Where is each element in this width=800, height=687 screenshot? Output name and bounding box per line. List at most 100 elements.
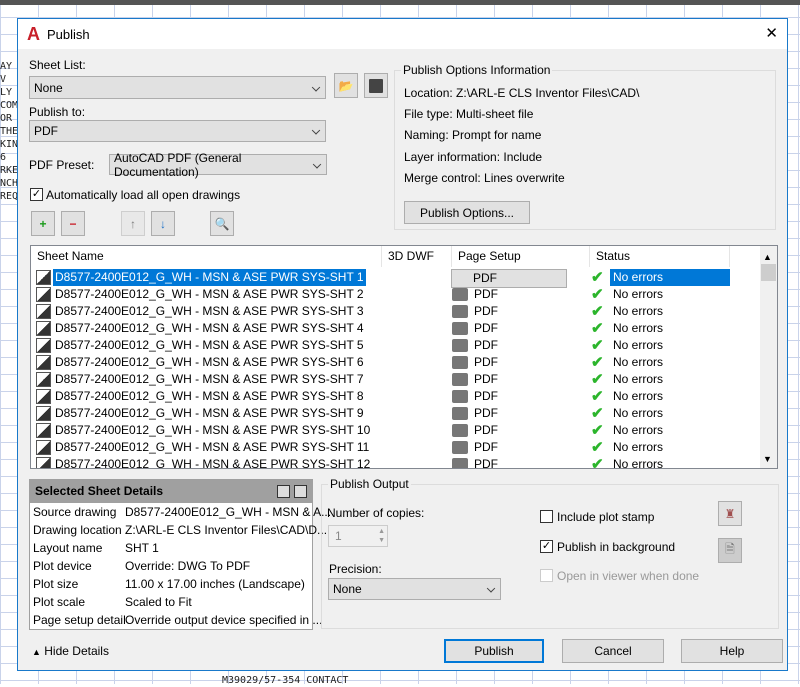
table-row[interactable]: D8577-2400E012_G_WH - MSN & ASE PWR SYS-… [31,320,761,337]
printer-icon [452,373,468,386]
move-sheet-down-button[interactable]: ↓ [151,211,175,236]
page-setup-value[interactable]: PDF [474,439,498,456]
printer-icon [452,305,468,318]
sheet-icon [36,423,51,438]
check-icon: ✔ [591,286,604,303]
col-page-setup[interactable]: Page Setup [452,246,590,267]
page-setup-value[interactable]: PDF [474,337,498,354]
help-button[interactable]: Help [681,639,783,663]
printer-icon [452,458,468,468]
plot-stamp-settings-button[interactable]: ♜ [718,501,742,526]
table-row[interactable]: D8577-2400E012_G_WH - MSN & ASE PWR SYS-… [31,303,761,320]
title-bar: A Publish ✕ [18,19,787,49]
col-status[interactable]: Status [590,246,730,267]
sheet-name: D8577-2400E012_G_WH - MSN & ASE PWR SYS-… [55,338,364,352]
auto-load-checkbox[interactable]: ✓ [30,188,43,201]
table-row[interactable]: D8577-2400E012_G_WH - MSN & ASE PWR SYS-… [31,286,761,303]
check-icon: ✔ [591,388,604,405]
scroll-down-icon[interactable]: ▼ [763,454,772,464]
detail-key: Page setup detail [33,613,126,627]
table-row[interactable]: D8577-2400E012_G_WH - MSN & ASE PWR SYS-… [31,269,761,288]
load-sheet-list-button[interactable]: 📂 [334,73,358,98]
page-setup-value[interactable]: PDF [474,354,498,371]
add-sheets-button[interactable]: + [31,211,55,236]
page-setup-value[interactable]: PDF [474,303,498,320]
scroll-up-icon[interactable]: ▲ [763,252,772,262]
page-setup-value[interactable]: PDF [474,422,498,439]
copies-input[interactable]: 1 ▲ ▼ [328,525,388,547]
page-setup-value[interactable]: PDF [474,286,498,303]
pdf-preset-select[interactable]: AutoCAD PDF (General Documentation) [109,151,327,179]
stamp-icon: ♜ [724,506,736,521]
remove-sheet-icon: − [69,216,77,231]
cad-toolbar [0,0,800,5]
table-row[interactable]: D8577-2400E012_G_WH - MSN & ASE PWR SYS-… [31,388,761,405]
detail-key: Plot size [33,577,79,591]
col-sheet-name[interactable]: Sheet Name [31,246,382,267]
detail-row: Plot scale Scaled to Fit [30,593,312,611]
page-setup-value[interactable]: PDF [474,371,498,388]
hide-details-link[interactable]: ▲ Hide Details [32,644,109,658]
sheet-name: D8577-2400E012_G_WH - MSN & ASE PWR SYS-… [55,355,364,369]
table-row[interactable]: D8577-2400E012_G_WH - MSN & ASE PWR SYS-… [31,439,761,456]
details-copy-icon[interactable] [277,485,290,498]
sheet-icon [36,440,51,455]
save-sheet-list-button[interactable] [364,73,388,98]
page-setup-value[interactable]: PDF [474,456,498,468]
publish-button[interactable]: Publish [444,639,544,663]
plot-stamp-checkbox[interactable] [540,510,553,523]
printer-icon [452,322,468,335]
details-preview-icon[interactable] [294,485,307,498]
detail-value: 11.00 x 17.00 inches (Landscape) [125,577,305,591]
sheet-name: D8577-2400E012_G_WH - MSN & ASE PWR SYS-… [53,269,366,286]
selected-sheet-details: Selected Sheet Details Source drawing D85… [29,479,331,630]
detail-row: Layout name SHT 1 [30,539,312,557]
pdf-preset-label: PDF Preset: [29,158,95,172]
detail-key: Layout name [33,541,103,555]
folder-open-icon: 📂 [338,78,354,93]
detail-key: Plot device [33,559,92,573]
detail-value: Z:\ARL-E CLS Inventor Files\CAD\D... [125,523,328,537]
save-icon [369,78,383,93]
publish-options-button[interactable]: Publish Options... [404,201,530,224]
table-row[interactable]: D8577-2400E012_G_WH - MSN & ASE PWR SYS-… [31,337,761,354]
magnifier-icon: 🔍 [214,216,230,231]
sheet-icon [36,304,51,319]
sheet-name: D8577-2400E012_G_WH - MSN & ASE PWR SYS-… [55,304,364,318]
scroll-thumb[interactable] [761,264,776,281]
copies-label: Number of copies: [327,506,425,520]
move-down-icon: ↓ [160,216,166,231]
page-setup-value[interactable]: PDF [474,405,498,422]
table-row[interactable]: D8577-2400E012_G_WH - MSN & ASE PWR SYS-… [31,456,761,469]
auto-publish-button[interactable]: 🗎 [718,538,742,563]
preview-button[interactable]: 🔍 [210,211,234,236]
cancel-button[interactable]: Cancel [562,639,664,663]
sheet-icon [36,457,51,468]
publish-output-group: Publish Output Number of copies: 1 ▲ ▼ Pre… [321,477,779,629]
sheet-name: D8577-2400E012_G_WH - MSN & ASE PWR SYS-… [55,423,371,437]
precision-select[interactable]: None [328,578,501,600]
background-label: Publish in background [557,540,676,554]
table-row[interactable]: D8577-2400E012_G_WH - MSN & ASE PWR SYS-… [31,405,761,422]
publish-to-select[interactable]: PDF [29,120,326,142]
close-button[interactable]: ✕ [765,24,778,42]
table-row[interactable]: D8577-2400E012_G_WH - MSN & ASE PWR SYS-… [31,354,761,371]
sheet-icon [36,355,51,370]
sheet-list-select[interactable]: None [29,76,326,99]
table-row[interactable]: D8577-2400E012_G_WH - MSN & ASE PWR SYS-… [31,371,761,388]
remove-sheets-button[interactable]: − [61,211,85,236]
detail-row: Page setup detail Override output device … [30,611,322,629]
page-setup-value[interactable]: PDF [474,388,498,405]
sheet-name: D8577-2400E012_G_WH - MSN & ASE PWR SYS-… [55,440,370,454]
table-scrollbar[interactable]: ▲ ▼ [760,246,777,468]
page-setup-value[interactable]: PDF [474,320,498,337]
col-3d-dwf[interactable]: 3D DWF [382,246,452,267]
status-value: No errors [613,457,664,469]
background-checkbox[interactable]: ✓ [540,540,553,553]
sheet-icon [36,338,51,353]
table-row[interactable]: D8577-2400E012_G_WH - MSN & ASE PWR SYS-… [31,422,761,439]
move-sheet-up-button[interactable]: ↑ [121,211,145,236]
viewer-checkbox[interactable] [540,569,553,582]
autocad-logo-icon: A [27,24,40,44]
copies-spinner[interactable]: ▲ ▼ [378,527,385,545]
